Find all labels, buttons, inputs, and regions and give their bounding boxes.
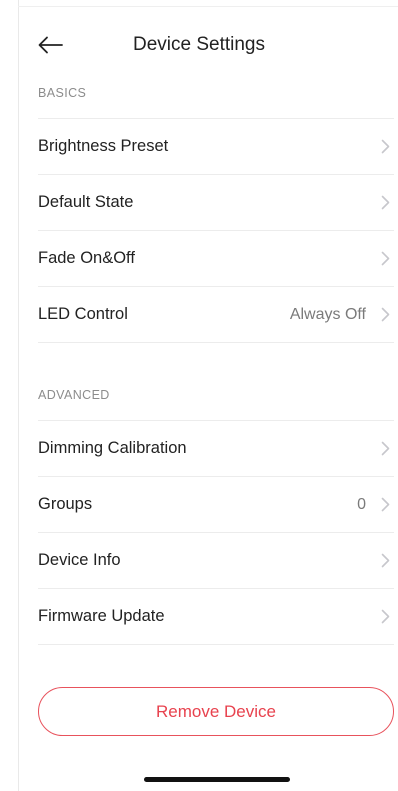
remove-device-button[interactable]: Remove Device [38, 687, 394, 736]
settings-row-firmware-update[interactable]: Firmware Update [38, 588, 394, 645]
settings-row-dimming-calibration[interactable]: Dimming Calibration [38, 420, 394, 476]
row-label: Device Info [38, 551, 121, 569]
back-button[interactable] [34, 30, 68, 60]
left-edge-divider [18, 0, 19, 791]
row-label: LED Control [38, 305, 128, 323]
chevron-right-icon [380, 497, 390, 513]
page-title: Device Settings [132, 34, 265, 55]
settings-row-device-info[interactable]: Device Info [38, 532, 394, 588]
row-value: Always Off [289, 305, 366, 323]
settings-row-groups[interactable]: Groups 0 [38, 476, 394, 532]
row-label: Brightness Preset [38, 137, 169, 155]
basics-list: Brightness Preset Default State Fade On&… [38, 118, 394, 343]
chevron-right-icon [380, 441, 390, 457]
row-label: Fade On&Off [38, 249, 135, 267]
chevron-right-icon [380, 195, 390, 211]
chevron-right-icon [380, 553, 390, 569]
chevron-right-icon [380, 307, 390, 323]
row-value: 0 [357, 495, 366, 513]
home-indicator[interactable] [144, 777, 290, 782]
chevron-right-icon [380, 139, 390, 155]
arrow-left-icon [38, 36, 63, 54]
row-label: Default State [38, 193, 134, 211]
row-label: Dimming Calibration [38, 439, 187, 457]
nav-header: Device Settings [18, 20, 398, 70]
chevron-right-icon [380, 609, 390, 625]
advanced-list: Dimming Calibration Groups 0 Device Info… [38, 420, 394, 645]
chevron-right-icon [380, 251, 390, 267]
section-header-basics: BASICS [38, 86, 87, 100]
settings-row-fade-on-off[interactable]: Fade On&Off [38, 230, 394, 286]
row-label: Groups [38, 495, 93, 513]
section-header-advanced: ADVANCED [38, 388, 110, 402]
settings-row-default-state[interactable]: Default State [38, 174, 394, 230]
device-settings-screen: Device Settings BASICS Brightness Preset… [0, 0, 398, 791]
row-label: Firmware Update [38, 607, 165, 625]
settings-row-brightness-preset[interactable]: Brightness Preset [38, 118, 394, 174]
top-edge-divider [18, 6, 398, 7]
settings-row-led-control[interactable]: LED Control Always Off [38, 286, 394, 343]
